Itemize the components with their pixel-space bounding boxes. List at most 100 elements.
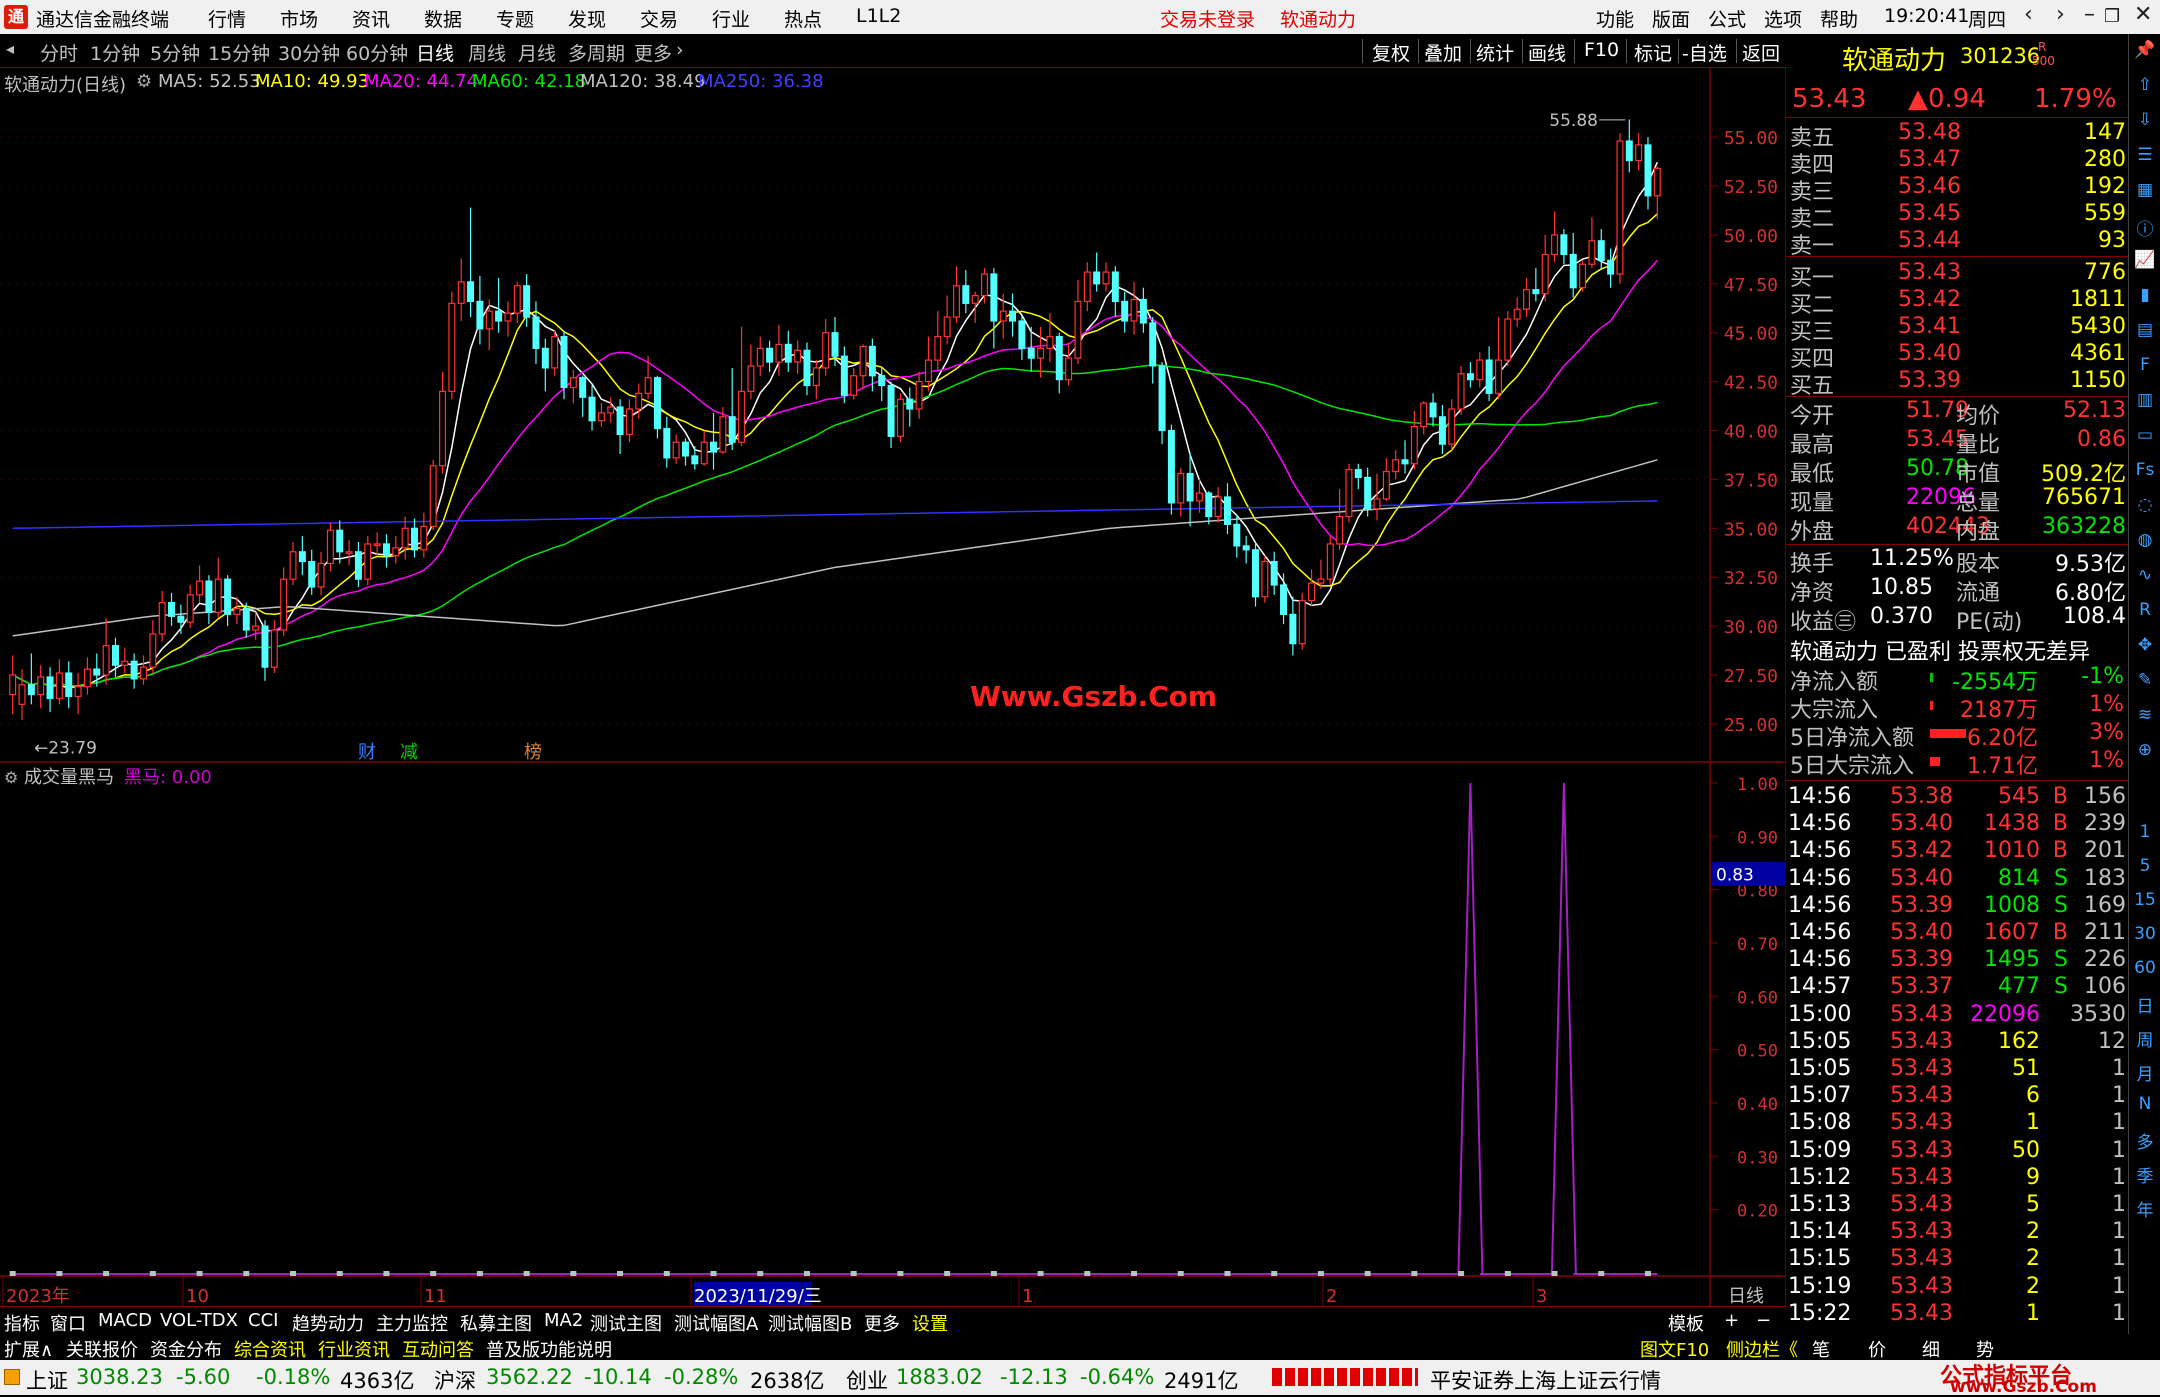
tab-general-news[interactable]: 综合资讯 xyxy=(234,1336,306,1362)
sz-index-name[interactable]: 沪深 xyxy=(434,1365,476,1395)
sidebar-period-8[interactable]: N xyxy=(2132,1094,2158,1120)
overlay-button[interactable]: 叠加 xyxy=(1424,39,1462,66)
menu-help[interactable]: 帮助 xyxy=(1820,5,1858,32)
tick-row[interactable]: 15:07 53.43 6 1 xyxy=(1786,1083,2128,1110)
doc-icon[interactable]: ▭ xyxy=(2132,425,2158,451)
zoom-out-button[interactable]: − xyxy=(1756,1310,1771,1331)
list-icon[interactable]: ☰ xyxy=(2132,145,2158,171)
period-daily[interactable]: 日线 xyxy=(416,39,454,66)
table-icon[interactable]: ▤ xyxy=(2132,320,2158,346)
sidebar-period-3[interactable]: 30 xyxy=(2132,924,2158,950)
tab-f10-graphic[interactable]: 图文F10 xyxy=(1640,1336,1709,1362)
menu-function[interactable]: 功能 xyxy=(1596,5,1634,32)
tab-main-monitor[interactable]: 主力监控 xyxy=(376,1310,448,1336)
tab-more[interactable]: 更多 xyxy=(864,1310,900,1336)
close-icon[interactable]: ✕ xyxy=(2134,2,2152,27)
grid-icon[interactable]: ▦ xyxy=(2132,180,2158,206)
tick-row[interactable]: 15:15 53.43 2 1 xyxy=(1786,1246,2128,1273)
tick-row[interactable]: 15:13 53.43 5 1 xyxy=(1786,1192,2128,1219)
stock-tags[interactable]: 软通动力 已盈利 投票权无差异 xyxy=(1786,634,2128,665)
bid-row[interactable]: 买三 53.41 5430 xyxy=(1786,314,2128,345)
tick-row[interactable]: 15:05 53.43 51 1 xyxy=(1786,1056,2128,1083)
menu-l1l2[interactable]: L1L2 xyxy=(856,5,901,27)
tab-industry-news[interactable]: 行业资讯 xyxy=(318,1336,390,1362)
period-15min[interactable]: 15分钟 xyxy=(208,39,270,66)
return-button[interactable]: 返回 xyxy=(1742,39,1780,66)
sidebar-period-1[interactable]: 5 xyxy=(2132,856,2158,882)
tab-related-quotes[interactable]: 关联报价 xyxy=(66,1336,138,1362)
candle-icon[interactable]: ▮ xyxy=(2132,285,2158,311)
tick-row[interactable]: 14:56 53.40 814 S 183 xyxy=(1786,866,2128,893)
market-icon[interactable] xyxy=(4,1369,20,1385)
cy-index-name[interactable]: 创业 xyxy=(846,1365,888,1395)
mark-button[interactable]: 标记 xyxy=(1634,39,1672,66)
ask-row[interactable]: 卖四 53.47 280 xyxy=(1786,147,2128,178)
period-30min[interactable]: 30分钟 xyxy=(278,39,340,66)
ask-row[interactable]: 卖二 53.45 559 xyxy=(1786,201,2128,232)
up-arrow-icon[interactable]: ⇧ xyxy=(2132,75,2158,101)
sidebar-period-2[interactable]: 15 xyxy=(2132,890,2158,916)
bubble-icon[interactable]: ◌ xyxy=(2132,495,2158,521)
stat-row[interactable]: 最高 53.45 量比 0.86 xyxy=(1786,427,2128,458)
bars-icon[interactable]: ▥ xyxy=(2132,390,2158,416)
menu-trade[interactable]: 交易 xyxy=(640,5,678,32)
menu-formula[interactable]: 公式 xyxy=(1708,5,1746,32)
stat-row[interactable]: 最低 50.78 市值 509.2亿 xyxy=(1786,456,2128,487)
tick-row[interactable]: 15:08 53.43 1 1 xyxy=(1786,1110,2128,1137)
restore-icon[interactable]: ❐ xyxy=(2104,6,2120,27)
tick-row[interactable]: 15:12 53.43 9 1 xyxy=(1786,1165,2128,1192)
tick-row[interactable]: 15:14 53.43 2 1 xyxy=(1786,1219,2128,1246)
tick-row[interactable]: 15:09 53.43 50 1 xyxy=(1786,1138,2128,1165)
f10-button[interactable]: F10 xyxy=(1584,39,1619,61)
menu-options[interactable]: 选项 xyxy=(1764,5,1802,32)
flow-row[interactable]: 5日净流入额 6.20亿 3% xyxy=(1786,720,2128,751)
period-minute-time[interactable]: 分时 xyxy=(40,39,78,66)
tick-row[interactable]: 14:57 53.37 477 S 106 xyxy=(1786,974,2128,1001)
bid-row[interactable]: 买二 53.42 1811 xyxy=(1786,287,2128,318)
period-60min[interactable]: 60分钟 xyxy=(346,39,408,66)
tab-fund-distribution[interactable]: 资金分布 xyxy=(150,1336,222,1362)
period-more[interactable]: 更多 xyxy=(634,39,672,66)
sidebar-period-11[interactable]: 年 xyxy=(2132,1196,2158,1222)
menu-discover[interactable]: 发现 xyxy=(568,5,606,32)
bid-row[interactable]: 买四 53.40 4361 xyxy=(1786,341,2128,372)
chevron-right-icon[interactable]: › xyxy=(676,39,684,61)
tick-row[interactable]: 14:56 53.39 1008 S 169 xyxy=(1786,893,2128,920)
stat-row[interactable]: 净资 10.85 流通 6.80亿 xyxy=(1786,575,2128,606)
menu-layout[interactable]: 版面 xyxy=(1652,5,1690,32)
stat-row[interactable]: 现量 22096 总量 765671 xyxy=(1786,485,2128,516)
menu-industry[interactable]: 行业 xyxy=(712,5,750,32)
bid-row[interactable]: 买一 53.43 776 xyxy=(1786,260,2128,291)
candlestick-chart[interactable]: 55.00 52.50 50.00 47.50 45.00 42.50 40.00 37.50… xyxy=(0,68,1786,1348)
plus-icon[interactable]: ⊕ xyxy=(2132,740,2158,766)
forward-icon[interactable]: › xyxy=(2056,2,2065,27)
tab-pen[interactable]: 笔 xyxy=(1812,1336,1830,1362)
menu-quotes[interactable]: 行情 xyxy=(208,5,246,32)
tab-indicator[interactable]: 指标 xyxy=(4,1310,40,1336)
stat-row[interactable]: 今开 51.79 均价 52.13 xyxy=(1786,398,2128,429)
tab-trend-power[interactable]: 趋势动力 xyxy=(292,1310,364,1336)
fs2-icon[interactable]: ≋ xyxy=(2132,705,2158,731)
sidebar-period-10[interactable]: 季 xyxy=(2132,1162,2158,1188)
menu-hot[interactable]: 热点 xyxy=(784,5,822,32)
stat-row[interactable]: 外盘 402443 内盘 363228 xyxy=(1786,514,2128,545)
fs-icon[interactable]: Fs xyxy=(2132,460,2158,486)
tick-row[interactable]: 14:56 53.39 1495 S 226 xyxy=(1786,947,2128,974)
info-icon[interactable]: ⓘ xyxy=(2132,215,2158,241)
down-arrow-icon[interactable]: ⇩ xyxy=(2132,110,2158,136)
ask-row[interactable]: 卖三 53.46 192 xyxy=(1786,174,2128,205)
sh-index-name[interactable]: 上证 xyxy=(26,1365,68,1395)
rsi-icon[interactable]: R xyxy=(2132,600,2158,626)
back-icon[interactable]: ‹ xyxy=(2024,2,2033,27)
ask-row[interactable]: 卖一 53.44 93 xyxy=(1786,228,2128,259)
period-1min[interactable]: 1分钟 xyxy=(90,39,140,66)
tab-vol-tdx[interactable]: VOL-TDX xyxy=(160,1310,238,1331)
login-status[interactable]: 交易未登录 xyxy=(1160,5,1255,32)
draw-line-button[interactable]: 画线 xyxy=(1528,39,1566,66)
tick-row[interactable]: 15:19 53.43 2 1 xyxy=(1786,1274,2128,1301)
tab-test-sub-a[interactable]: 测试幅图A xyxy=(674,1310,758,1336)
f10-icon[interactable]: F xyxy=(2132,355,2158,381)
chart-icon[interactable]: 📈 xyxy=(2132,250,2158,276)
tab-feature-guide[interactable]: 普及版功能说明 xyxy=(486,1336,612,1362)
fund-icon[interactable]: ◍ xyxy=(2132,530,2158,556)
